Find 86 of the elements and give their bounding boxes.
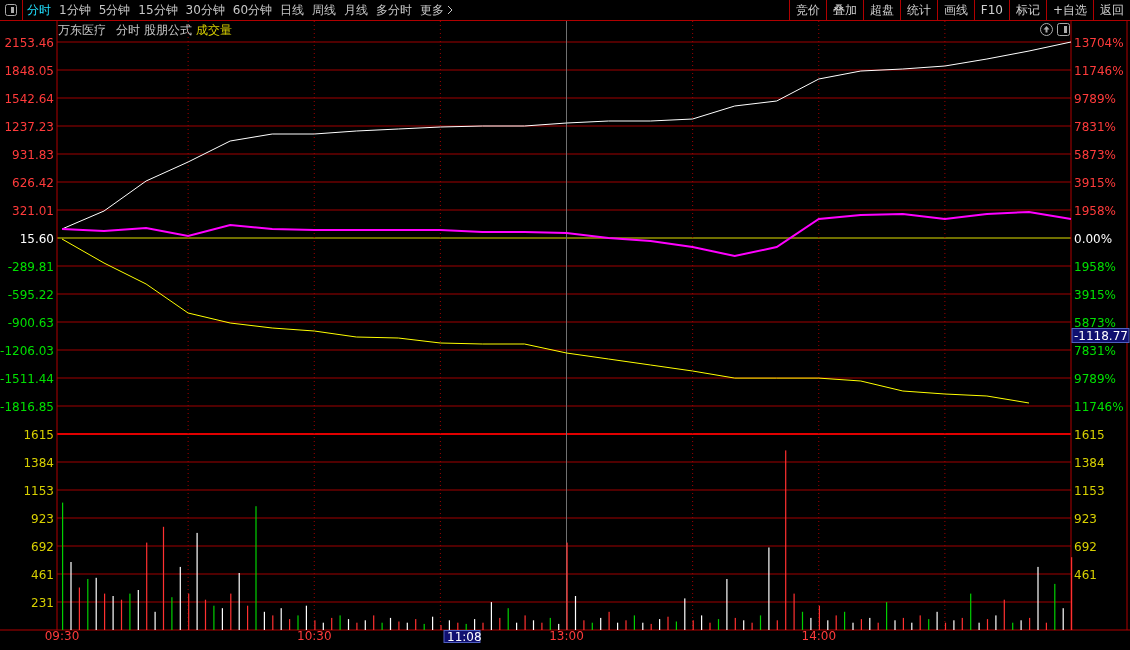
axis-label: 692 — [1074, 539, 1097, 554]
volume-bar — [532, 620, 535, 630]
axis-label: 3915% — [1074, 287, 1116, 302]
axis-label: 9789% — [1074, 371, 1116, 386]
axis-label: 923 — [1074, 511, 1097, 526]
axis-label: 5873% — [1074, 315, 1116, 330]
axis-label: 231 — [31, 595, 54, 610]
period-tab[interactable]: 多分时 — [372, 0, 417, 20]
axis-label: -289.81 — [7, 259, 54, 274]
axis-label: -1816.85 — [0, 399, 54, 414]
axis-label: -595.22 — [7, 287, 54, 302]
axis-label: 9789% — [1074, 91, 1116, 106]
chevron-icon — [447, 5, 454, 15]
toolbar-button[interactable]: F10 — [973, 0, 1009, 20]
axis-label: 5873% — [1074, 147, 1116, 162]
time-label: 09:30 — [44, 629, 80, 643]
axis-label: 1542.64 — [4, 91, 54, 106]
time-label: 13:00 — [549, 629, 584, 643]
volume-bar — [347, 619, 350, 630]
axis-label: 7831% — [1074, 119, 1116, 134]
volume-bar — [986, 619, 989, 630]
toolbar-button[interactable]: 返回 — [1093, 0, 1130, 20]
axis-label: 0.00% — [1074, 231, 1113, 246]
toolbar-button[interactable]: 画线 — [936, 0, 974, 20]
axis-label: 626.42 — [12, 175, 54, 190]
volume-bar — [389, 617, 392, 630]
axis-label: -900.63 — [7, 315, 54, 330]
volume-bar — [574, 596, 577, 630]
axis-label: 2153.46 — [4, 35, 54, 50]
time-label: 10:30 — [297, 629, 332, 643]
axis-label: 1615 — [23, 427, 54, 442]
volume-bar — [944, 622, 947, 630]
axis-label: 692 — [31, 539, 54, 554]
toolbar-button[interactable]: 叠加 — [825, 0, 863, 20]
cursor-value: -1118.77 — [1071, 328, 1130, 343]
axis-label: -1511.44 — [0, 371, 54, 386]
axis-label: 1237.23 — [4, 119, 54, 134]
cursor-time: 11:08 — [443, 630, 482, 643]
period-tab[interactable]: 5分钟 — [94, 0, 135, 20]
formula-name: 股朋公式 — [144, 22, 192, 38]
period-label: 分时 — [116, 22, 140, 38]
axis-label: 1153 — [1074, 483, 1105, 498]
time-label: 14:00 — [801, 629, 837, 643]
period-tab[interactable]: 15分钟 — [134, 0, 182, 20]
axis-label: 15.60 — [19, 231, 54, 246]
axis-label: 1958% — [1074, 203, 1116, 218]
period-tab[interactable]: 30分钟 — [181, 0, 229, 20]
axis-label: 461 — [1074, 567, 1097, 582]
indicator-name: 成交量 — [196, 22, 232, 38]
toolbar-button[interactable]: 竞价 — [788, 0, 826, 20]
volume-bar — [759, 615, 762, 630]
period-tab[interactable]: 月线 — [340, 0, 373, 20]
axis-label: 931.83 — [12, 147, 54, 162]
period-tab[interactable]: 日线 — [276, 0, 309, 20]
axis-label: 1153 — [23, 483, 54, 498]
period-tab[interactable]: 分时 — [23, 0, 55, 20]
axis-label: 1384 — [23, 455, 54, 470]
stock-name: 万东医疗 — [58, 22, 106, 38]
volume-bar — [204, 599, 207, 630]
panel-icon[interactable] — [1057, 23, 1070, 36]
toolbar-button[interactable]: 标记 — [1008, 0, 1046, 20]
axis-label: 1958% — [1074, 259, 1116, 274]
period-tab[interactable]: 更多 — [416, 0, 458, 20]
period-tab[interactable]: 60分钟 — [228, 0, 277, 20]
toolbar-button[interactable]: +自选 — [1045, 0, 1093, 20]
upload-icon[interactable] — [1040, 23, 1053, 36]
axis-label: 1615 — [1074, 427, 1105, 442]
axis-label: 321.01 — [12, 203, 54, 218]
axis-label: 13704% — [1074, 35, 1124, 50]
axis-label: 1384 — [1074, 455, 1105, 470]
volume-bar — [717, 619, 720, 630]
axis-label: 1848.05 — [4, 63, 54, 78]
toolbar-button[interactable]: 统计 — [899, 0, 937, 20]
axis-label: 461 — [31, 567, 54, 582]
volume-bar — [801, 611, 804, 630]
axis-label: 923 — [31, 511, 54, 526]
axis-label: 11746% — [1074, 399, 1124, 414]
panel-icon — [5, 4, 17, 16]
axis-label: 7831% — [1074, 343, 1116, 358]
toolbar-button[interactable]: 超盘 — [862, 0, 900, 20]
volume-bar — [120, 599, 123, 630]
axis-label: 11746% — [1074, 63, 1124, 78]
period-tab[interactable]: 1分钟 — [55, 0, 95, 20]
period-tab[interactable]: 周线 — [308, 0, 341, 20]
axis-label: 3915% — [1074, 175, 1116, 190]
axis-label: -1206.03 — [0, 343, 54, 358]
